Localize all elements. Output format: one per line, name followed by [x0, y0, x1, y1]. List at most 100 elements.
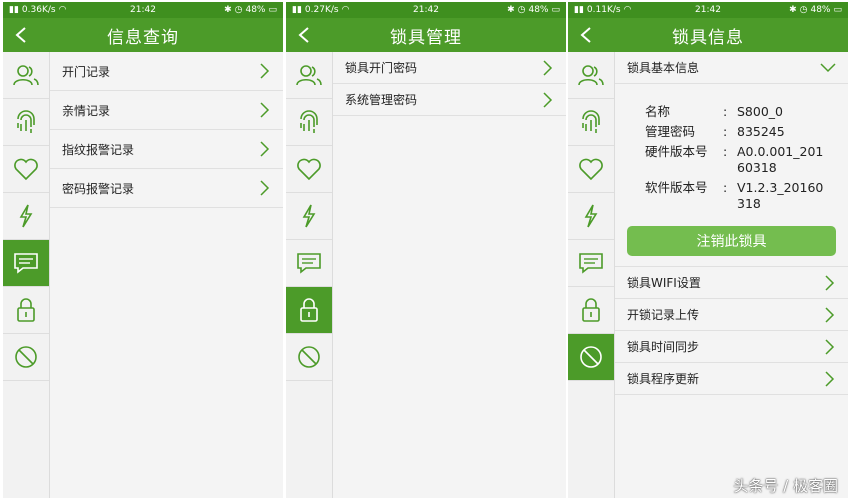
section-header-basic-info[interactable]: 锁具基本信息 — [615, 52, 848, 84]
title-bar: 锁具管理 — [286, 18, 566, 52]
signal-icon: ▮▮ — [574, 5, 584, 15]
bluetooth-icon: ✱ — [507, 5, 515, 15]
chevron-down-icon — [820, 62, 836, 72]
list-item[interactable]: 锁具程序更新 — [615, 363, 848, 395]
bluetooth-icon: ✱ — [789, 5, 797, 15]
chevron-right-icon — [543, 91, 553, 108]
message-icon — [297, 253, 321, 274]
page-title: 信息查询 — [107, 27, 179, 48]
list-item[interactable]: 开锁记录上传 — [615, 299, 848, 331]
chevron-right-icon — [543, 59, 553, 76]
wifi-icon: ◠ — [341, 5, 350, 15]
lock-icon — [17, 298, 35, 322]
sidebar-item-users[interactable] — [568, 52, 614, 99]
sidebar-item-messages[interactable] — [286, 240, 332, 287]
sidebar-item-users[interactable] — [3, 52, 49, 99]
screen-info-query: ▮▮ 0.36K/s ◠ 21:42 ✱ ◷ 48% ▭ 信息查询 开门记录 亲… — [3, 2, 283, 498]
chevron-right-icon — [260, 180, 270, 196]
battery-icon: ▭ — [833, 5, 842, 15]
chevron-right-icon — [825, 274, 835, 291]
back-button[interactable] — [11, 25, 31, 45]
heart-icon — [297, 158, 321, 181]
sidebar-item-alert[interactable] — [3, 193, 49, 240]
sidebar-item-lock[interactable] — [3, 287, 49, 334]
list-item[interactable]: 亲情记录 — [50, 91, 283, 130]
sidebar-item-alert[interactable] — [568, 193, 614, 240]
sidebar-item-family[interactable] — [3, 146, 49, 193]
message-icon — [14, 253, 38, 274]
sidebar-item-fingerprint[interactable] — [3, 99, 49, 146]
screen-lock-info: ▮▮ 0.11K/s ◠ 21:42 ✱ ◷ 48% ▭ 锁具信息 锁具基本信息… — [568, 2, 848, 498]
title-bar: 信息查询 — [3, 18, 283, 52]
alarm-icon: ◷ — [517, 5, 526, 15]
network-speed: 0.27K/s — [304, 5, 339, 15]
sidebar-item-block[interactable] — [286, 334, 332, 381]
lock-info-content: 锁具基本信息 名称: S800_0 管理密码:835245 硬件版本号: A0.0.… — [615, 52, 848, 498]
sidebar-item-messages[interactable] — [3, 240, 49, 287]
battery-icon: ▭ — [551, 5, 560, 15]
watermark: 头条号 / 极客圈 — [733, 477, 838, 495]
chevron-right-icon — [825, 370, 835, 387]
lightning-icon — [584, 204, 598, 228]
heart-icon — [14, 158, 38, 181]
signal-icon: ▮▮ — [9, 5, 19, 15]
list-item[interactable]: 指纹报警记录 — [50, 130, 283, 169]
chevron-right-icon — [825, 306, 835, 323]
sidebar — [568, 52, 615, 498]
info-row-name: 名称: S800_0 — [645, 104, 783, 119]
chevron-left-icon — [580, 27, 591, 43]
sidebar-item-lock[interactable] — [568, 287, 614, 334]
chevron-right-icon — [260, 102, 270, 118]
heart-icon — [579, 158, 603, 181]
sidebar-item-fingerprint[interactable] — [568, 99, 614, 146]
alarm-icon: ◷ — [234, 5, 243, 15]
status-bar: ▮▮ 0.27K/s ◠ 21:42 ✱ ◷ 48% ▭ — [286, 2, 566, 18]
menu-list: 锁具开门密码 系统管理密码 — [333, 52, 566, 498]
sidebar-item-family[interactable] — [568, 146, 614, 193]
bluetooth-icon: ✱ — [224, 5, 232, 15]
message-icon — [579, 253, 603, 274]
list-item[interactable]: 锁具开门密码 — [333, 52, 566, 84]
battery-icon: ▭ — [268, 5, 277, 15]
sidebar-item-block[interactable] — [3, 334, 49, 381]
info-row-hardware-version: 硬件版本号: A0.0.001_20160318 — [645, 144, 824, 175]
list-item[interactable]: 锁具时间同步 — [615, 331, 848, 363]
sidebar-item-users[interactable] — [286, 52, 332, 99]
alarm-icon: ◷ — [799, 5, 808, 15]
sidebar-item-family[interactable] — [286, 146, 332, 193]
lock-icon — [300, 298, 318, 322]
block-icon — [580, 346, 602, 368]
lightning-icon — [302, 204, 316, 228]
page-title: 锁具信息 — [672, 27, 744, 48]
list-item[interactable]: 开门记录 — [50, 52, 283, 91]
sidebar-item-block[interactable] — [568, 334, 614, 381]
info-row-software-version: 软件版本号: V1.2.3_20160318 — [645, 180, 824, 211]
deregister-lock-button[interactable]: 注销此锁具 — [627, 226, 836, 256]
battery-level: 48% — [528, 5, 549, 15]
page-title: 锁具管理 — [390, 27, 462, 48]
battery-level: 48% — [810, 5, 831, 15]
battery-level: 48% — [245, 5, 266, 15]
block-icon — [298, 346, 320, 368]
chevron-right-icon — [260, 63, 270, 79]
block-icon — [15, 346, 37, 368]
network-speed: 0.11K/s — [586, 5, 621, 15]
back-button[interactable] — [576, 25, 596, 45]
sidebar-item-lock[interactable] — [286, 287, 332, 334]
sidebar-item-fingerprint[interactable] — [286, 99, 332, 146]
wifi-icon: ◠ — [58, 5, 67, 15]
sidebar-item-alert[interactable] — [286, 193, 332, 240]
status-bar: ▮▮ 0.11K/s ◠ 21:42 ✱ ◷ 48% ▭ — [568, 2, 848, 18]
sidebar-item-messages[interactable] — [568, 240, 614, 287]
lock-icon — [582, 298, 600, 322]
fingerprint-icon — [582, 110, 600, 133]
back-button[interactable] — [294, 25, 314, 45]
users-icon — [296, 65, 322, 86]
list-item[interactable]: 系统管理密码 — [333, 84, 566, 116]
chevron-right-icon — [825, 338, 835, 355]
chevron-left-icon — [15, 27, 26, 43]
screen-lock-management: ▮▮ 0.27K/s ◠ 21:42 ✱ ◷ 48% ▭ 锁具管理 锁具开门密码… — [286, 2, 566, 498]
list-item[interactable]: 密码报警记录 — [50, 169, 283, 208]
list-item[interactable]: 锁具WIFI设置 — [615, 267, 848, 299]
fingerprint-icon — [17, 110, 35, 133]
